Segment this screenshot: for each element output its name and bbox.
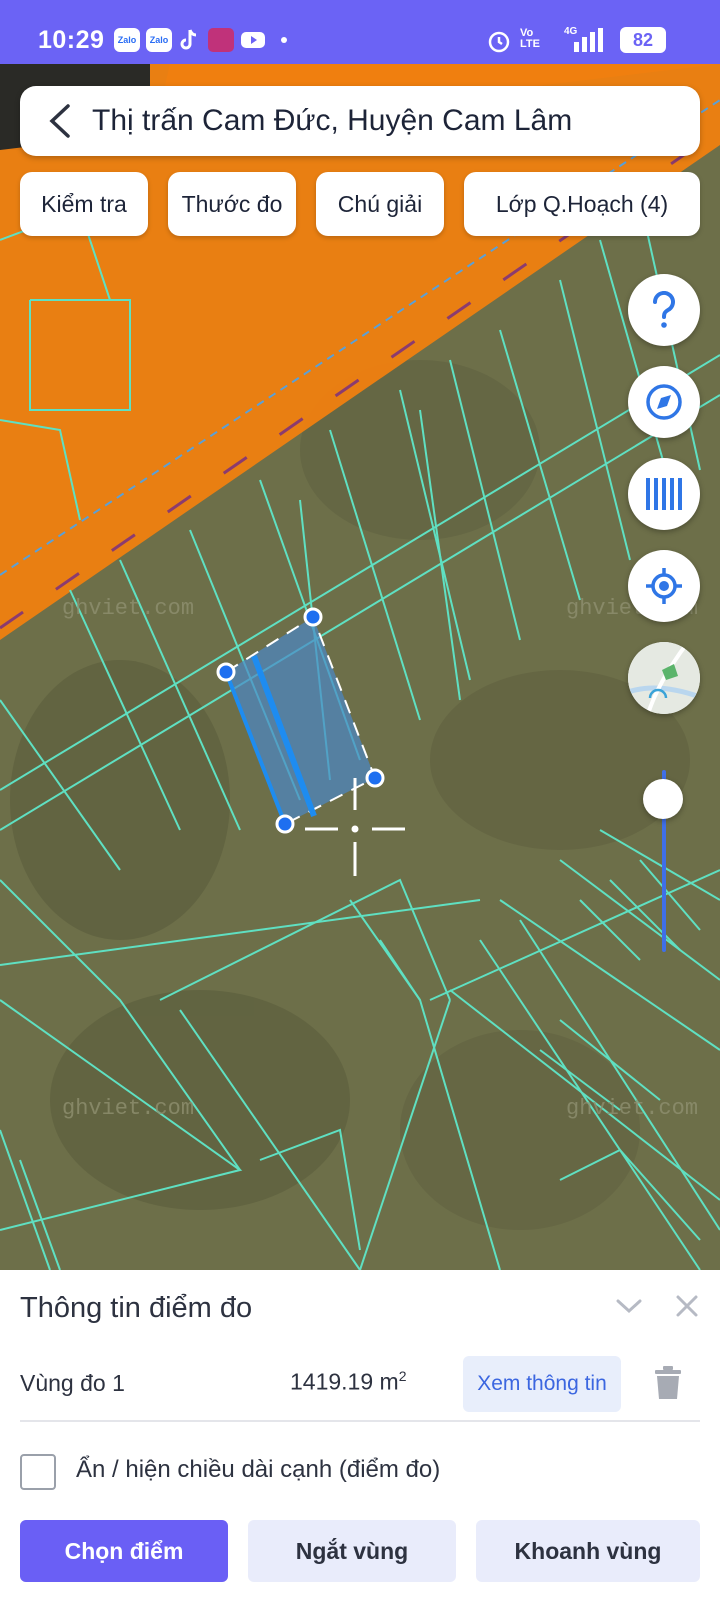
measurement-panel: Thông tin điểm đo Vùng đo 1 1419.19 m2 X…: [0, 1270, 720, 1604]
volte-label: Vo LTE: [520, 27, 540, 50]
gps-target-icon: [646, 568, 682, 604]
area-name: Vùng đo 1: [20, 1370, 125, 1396]
watermark: ghviet.com: [62, 596, 194, 621]
zoom-slider-handle[interactable]: [643, 779, 683, 819]
zalo-icon: Zalo: [114, 28, 140, 52]
area-number: 1419.19 m: [290, 1368, 399, 1395]
battery-indicator: 82: [620, 27, 666, 53]
game-icon: [208, 28, 234, 52]
tiktok-icon: [178, 28, 200, 52]
youtube-icon: [240, 28, 266, 52]
ruler-button[interactable]: Thước đo: [168, 172, 296, 236]
check-button[interactable]: Kiểm tra: [20, 172, 148, 236]
map-view[interactable]: ghviet.com ghviet.com ghviet.com ghviet.…: [0, 64, 720, 1270]
measure-point: [216, 662, 236, 682]
status-bar: 10:29 Zalo Zalo Vo LTE 4G 82: [0, 0, 720, 64]
signal-icon: 4G: [564, 26, 604, 52]
back-arrow-icon[interactable]: [42, 102, 78, 140]
toggle-edge-length-checkbox[interactable]: [20, 1454, 56, 1490]
my-location-button[interactable]: [628, 550, 700, 622]
watermark: ghviet.com: [62, 1096, 194, 1121]
chevron-down-icon[interactable]: [615, 1296, 643, 1316]
close-icon[interactable]: [675, 1294, 699, 1318]
toggle-edge-length-label[interactable]: Ẩn / hiện chiều dài cạnh (điểm đo): [76, 1456, 440, 1484]
measure-point: [275, 814, 295, 834]
compass-button[interactable]: [628, 366, 700, 438]
watermark: ghviet.com: [566, 1096, 698, 1121]
panel-title: Thông tin điểm đo: [20, 1292, 253, 1324]
area-unit-exponent: 2: [398, 1368, 407, 1384]
area-value: 1419.19 m2: [290, 1368, 407, 1396]
trash-icon[interactable]: [654, 1366, 682, 1400]
view-info-button[interactable]: Xem thông tin: [463, 1356, 621, 1412]
question-icon: [652, 291, 675, 328]
barcode-button[interactable]: [628, 458, 700, 530]
clock: 10:29: [38, 26, 105, 54]
break-area-button[interactable]: Ngắt vùng: [248, 1520, 456, 1582]
location-title: Thị trấn Cam Đức, Huyện Cam Lâm: [92, 104, 573, 137]
select-point-button[interactable]: Chọn điểm: [20, 1520, 228, 1582]
map-thumbnail-icon: [628, 642, 700, 714]
divider: [20, 1420, 700, 1422]
location-header[interactable]: Thị trấn Cam Đức, Huyện Cam Lâm: [20, 86, 700, 156]
measure-point: [303, 607, 323, 627]
legend-button[interactable]: Chú giải: [316, 172, 444, 236]
planning-layers-button[interactable]: Lớp Q.Hoạch (4): [464, 172, 700, 236]
measure-point: [365, 768, 385, 788]
dot-icon: [280, 28, 288, 52]
enclose-area-button[interactable]: Khoanh vùng: [476, 1520, 700, 1582]
zalo-icon: Zalo: [146, 28, 172, 52]
compass-icon: [646, 384, 682, 420]
map-type-button[interactable]: [628, 642, 700, 714]
alarm-icon: [486, 28, 512, 53]
map-canvas[interactable]: ghviet.com ghviet.com ghviet.com ghviet.…: [0, 64, 720, 1270]
help-button[interactable]: [628, 274, 700, 346]
barcode-icon: [646, 478, 682, 510]
